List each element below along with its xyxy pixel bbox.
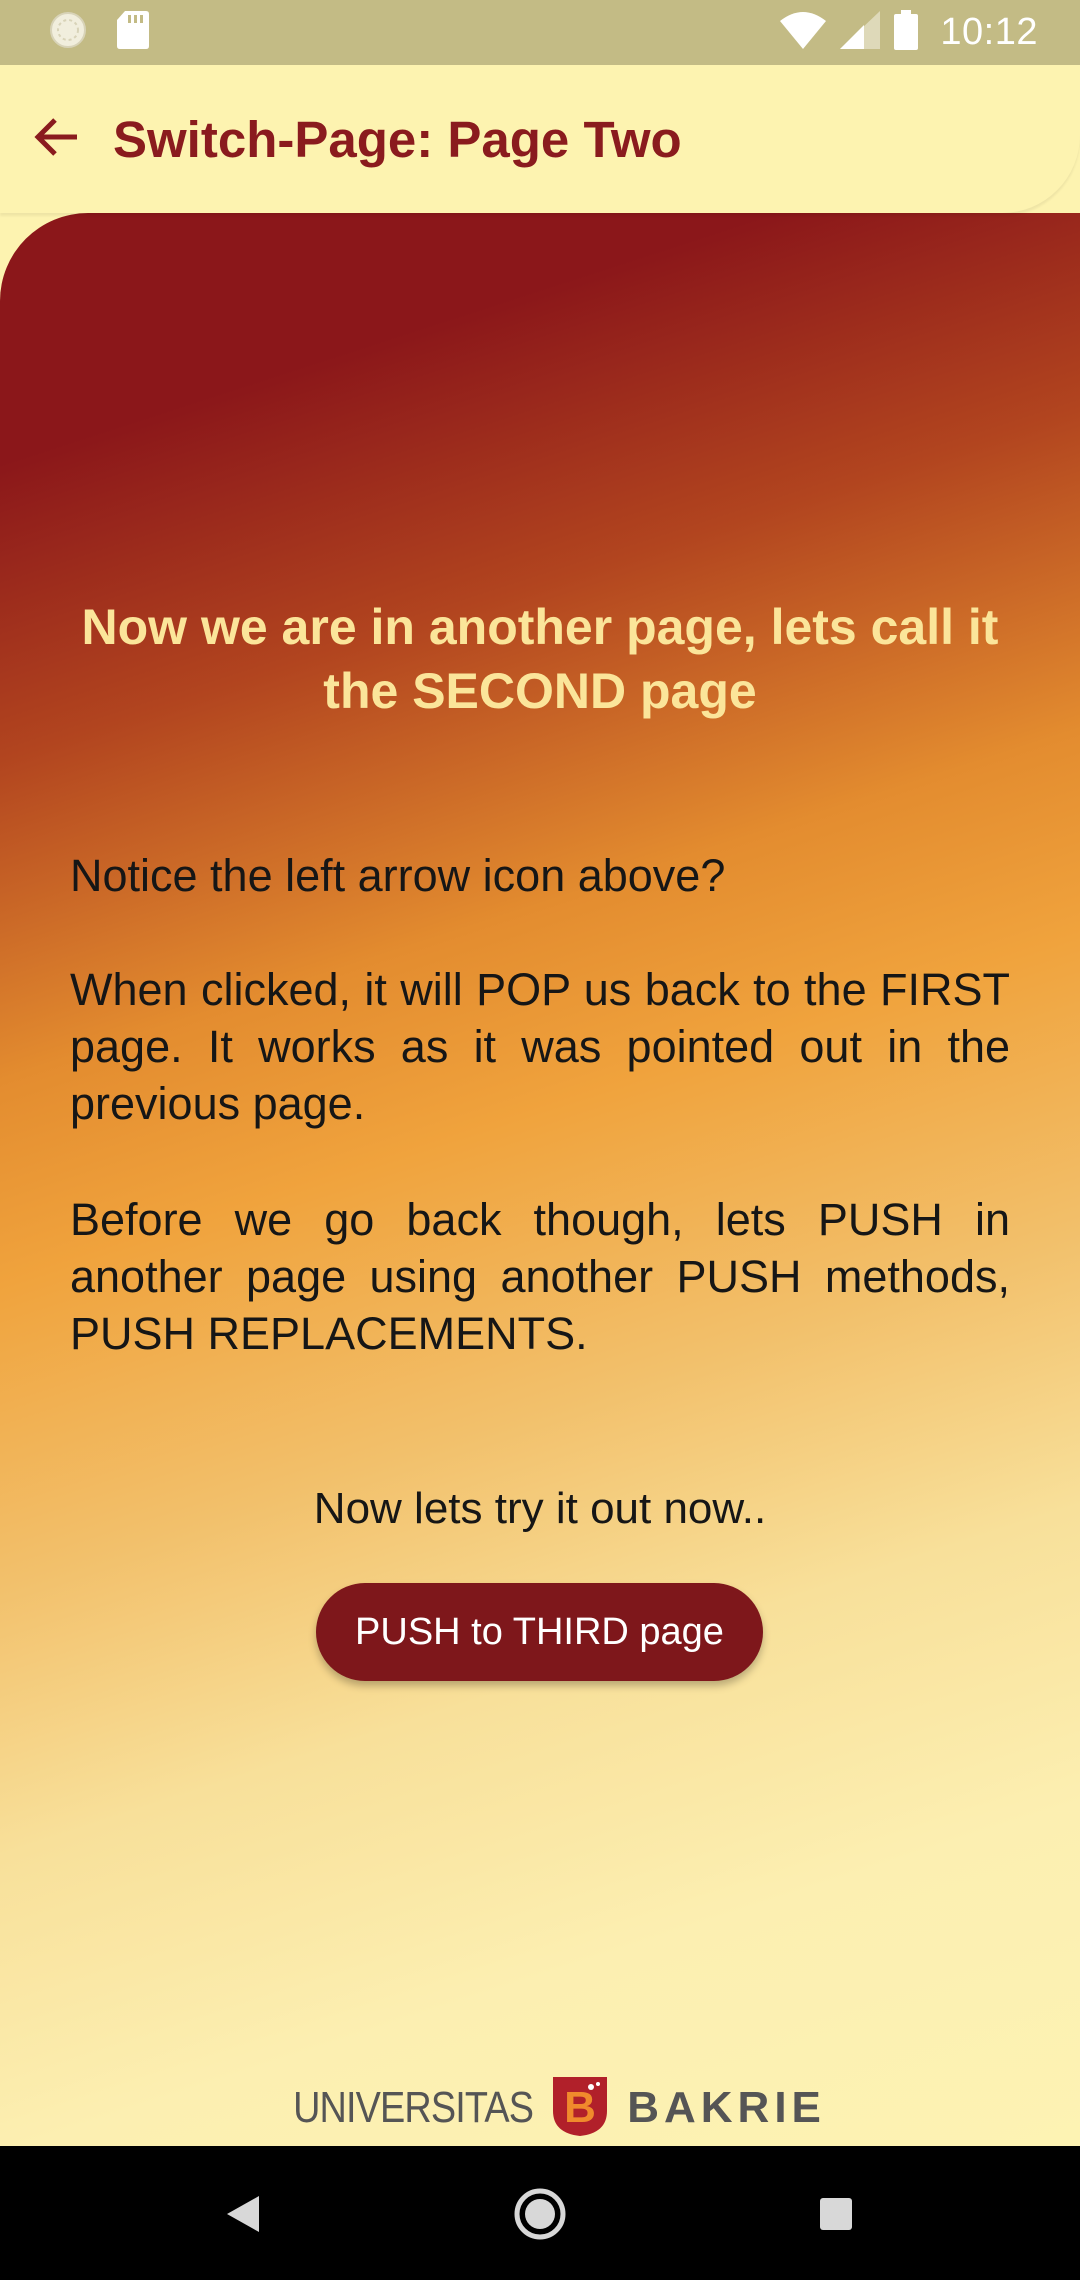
try-it-text: Now lets try it out now..: [313, 1484, 767, 1533]
paragraph-push-replacement: Before we go back though, lets PUSH in a…: [70, 1194, 1010, 1359]
svg-text:B: B: [564, 2083, 596, 2132]
sd-card-icon: [116, 10, 150, 55]
paragraph-pop-explanation: When clicked, it will POP us back to the…: [70, 964, 1010, 1129]
gradient-background: [0, 213, 1080, 2146]
logo-emblem-icon: B: [551, 2075, 609, 2142]
paragraph-arrow-notice: Notice the left arrow icon above?: [70, 850, 726, 901]
status-bar-right: 10:12: [780, 10, 1038, 55]
back-triangle-icon: [223, 2192, 263, 2241]
status-time: 10:12: [940, 11, 1038, 53]
universitas-bakrie-logo: UNIVERSITAS B BAKRIE: [0, 2068, 1080, 2146]
battery-icon: [894, 10, 919, 55]
main-content: Now we are in another page, lets call it…: [0, 213, 1080, 2146]
page-title: Switch-Page: Page Two: [113, 111, 682, 168]
second-page-heading: Now we are in another page, lets call it…: [81, 599, 999, 719]
status-bar: 10:12: [0, 0, 1080, 65]
nav-recents-button[interactable]: [796, 2176, 876, 2256]
navigation-bar: [0, 2146, 1080, 2280]
app-bar: Switch-Page: Page Two: [0, 65, 1080, 213]
nav-home-button[interactable]: [500, 2176, 580, 2256]
sync-icon: [48, 10, 88, 55]
logo-left-text: UNIVERSITAS: [293, 2083, 534, 2132]
signal-icon: [840, 11, 881, 54]
push-third-page-button[interactable]: PUSH to THIRD page: [316, 1583, 763, 1681]
wifi-icon: [780, 11, 827, 54]
arrow-back-icon: [31, 112, 81, 167]
home-circle-icon: [513, 2187, 567, 2246]
logo-right-text: BAKRIE: [627, 2083, 826, 2132]
status-bar-left: [48, 10, 150, 55]
nav-back-button[interactable]: [203, 2176, 283, 2256]
back-button[interactable]: [24, 107, 88, 171]
recents-square-icon: [818, 2196, 854, 2237]
